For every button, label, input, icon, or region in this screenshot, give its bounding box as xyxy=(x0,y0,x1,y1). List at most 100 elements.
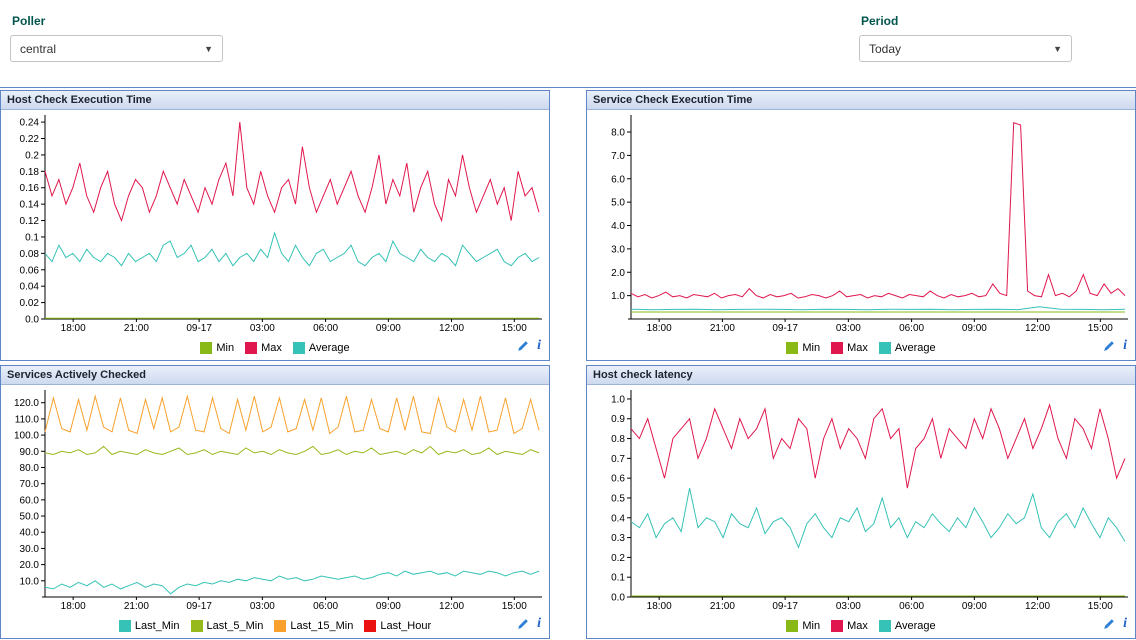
chevron-down-icon: ▼ xyxy=(1053,44,1062,54)
y-tick-label: 0.08 xyxy=(20,249,40,260)
legend-swatch xyxy=(831,342,843,354)
line-chart: 0.00.020.040.060.080.10.120.140.160.180.… xyxy=(1,110,549,335)
x-tick-label: 09:00 xyxy=(376,601,401,612)
period-select-value: Today xyxy=(869,42,901,56)
x-tick-label: 18:00 xyxy=(647,601,672,612)
edit-pencil-icon[interactable] xyxy=(1102,339,1116,353)
legend-label: Last_15_Min xyxy=(290,620,353,632)
x-tick-label: 21:00 xyxy=(710,323,735,334)
poller-select[interactable]: central ▼ xyxy=(10,35,223,62)
legend-item: Last_Hour xyxy=(364,620,431,632)
y-tick-label: 80.0 xyxy=(20,463,40,474)
legend-label: Max xyxy=(847,620,868,632)
edit-pencil-icon[interactable] xyxy=(516,339,530,353)
chart-footer: Min Max Average i xyxy=(587,613,1135,638)
y-tick-label: 0.18 xyxy=(20,167,40,178)
y-tick-label: 60.0 xyxy=(20,495,40,506)
y-tick-label: 0.14 xyxy=(20,200,40,211)
legend-label: Average xyxy=(309,342,350,354)
edit-pencil-icon[interactable] xyxy=(1102,617,1116,631)
x-tick-label: 09-17 xyxy=(186,323,212,334)
series-line-Average xyxy=(631,307,1125,310)
y-tick-label: 110.0 xyxy=(15,414,40,425)
y-tick-label: 0.7 xyxy=(611,454,625,465)
legend-swatch xyxy=(786,620,798,632)
y-tick-label: 100.0 xyxy=(14,431,39,442)
x-tick-label: 18:00 xyxy=(647,323,672,334)
series-line-Max xyxy=(631,123,1125,298)
y-tick-label: 1.0 xyxy=(611,394,625,405)
chart-legend: MinMaxAverage xyxy=(786,342,935,354)
x-tick-label: 03:00 xyxy=(836,323,861,334)
legend-swatch xyxy=(879,620,891,632)
x-tick-label: 09-17 xyxy=(772,323,798,334)
chart-actions: i xyxy=(516,339,541,353)
chart-actions: i xyxy=(1102,339,1127,353)
y-tick-label: 0.3 xyxy=(611,533,625,544)
legend-item: Min xyxy=(786,342,820,354)
chart-footer: Min Max Average i xyxy=(1,335,549,360)
legend-label: Min xyxy=(216,342,234,354)
x-tick-label: 06:00 xyxy=(313,601,338,612)
poller-select-value: central xyxy=(20,42,56,56)
x-tick-label: 18:00 xyxy=(61,323,86,334)
info-icon[interactable]: i xyxy=(537,339,541,353)
info-icon[interactable]: i xyxy=(1123,617,1127,631)
line-chart: 1.02.03.04.05.06.07.08.018:0021:0009-170… xyxy=(587,110,1135,335)
chart-footer: Last_Min Last_5_Min Last_15_Min Last_Hour i xyxy=(1,613,549,638)
x-tick-label: 06:00 xyxy=(899,601,924,612)
chevron-down-icon: ▼ xyxy=(204,44,213,54)
x-tick-label: 15:00 xyxy=(502,323,527,334)
y-tick-label: 1.0 xyxy=(611,291,625,302)
series-line-Average xyxy=(45,233,539,266)
x-tick-label: 12:00 xyxy=(1025,601,1050,612)
legend-label: Last_Min xyxy=(135,620,180,632)
y-tick-label: 3.0 xyxy=(611,244,625,255)
series-line-Max xyxy=(45,122,539,221)
chart-legend: Last_Min Last_5_Min Last_15_Min Last_Hour xyxy=(119,620,431,632)
line-chart: 10.020.030.040.050.060.070.080.090.0100.… xyxy=(1,385,549,613)
legend-swatch xyxy=(364,620,376,632)
legend-item: Average xyxy=(293,342,350,354)
y-tick-label: 0.1 xyxy=(611,573,625,584)
charts-grid: Host Check Execution Time 0.00.020.040.0… xyxy=(0,90,1136,639)
y-tick-label: 0.5 xyxy=(611,493,625,504)
edit-pencil-icon[interactable] xyxy=(516,617,530,631)
info-icon[interactable]: i xyxy=(537,617,541,631)
legend-label: Min xyxy=(802,620,820,632)
y-tick-label: 0.16 xyxy=(20,183,40,194)
legend-item: Max xyxy=(245,342,282,354)
y-tick-label: 0.12 xyxy=(20,216,40,227)
x-tick-label: 06:00 xyxy=(313,323,338,334)
series-line-Average xyxy=(631,488,1125,547)
x-tick-label: 21:00 xyxy=(124,601,149,612)
y-tick-label: 50.0 xyxy=(20,512,40,523)
legend-label: Last_5_Min xyxy=(207,620,264,632)
chart-actions: i xyxy=(1102,617,1127,631)
poller-filter: Poller central ▼ xyxy=(10,12,223,62)
legend-item: Average xyxy=(879,620,936,632)
period-filter: Period Today ▼ xyxy=(859,12,1072,62)
legend-item: Last_5_Min xyxy=(191,620,264,632)
legend-swatch xyxy=(245,342,257,354)
y-tick-label: 0.1 xyxy=(25,232,39,243)
period-label: Period xyxy=(861,14,1072,28)
chart-footer: MinMaxAverage i xyxy=(587,335,1135,360)
x-tick-label: 09:00 xyxy=(962,601,987,612)
x-tick-label: 09:00 xyxy=(962,323,987,334)
legend-item: Min xyxy=(200,342,234,354)
x-tick-label: 09-17 xyxy=(186,601,212,612)
info-icon[interactable]: i xyxy=(1123,339,1127,353)
y-tick-label: 0.2 xyxy=(25,150,39,161)
series-line-Max xyxy=(631,405,1125,488)
legend-label: Min xyxy=(802,342,820,354)
legend-item: Last_Min xyxy=(119,620,180,632)
y-tick-label: 2.0 xyxy=(611,268,625,279)
chart-title: Host check latency xyxy=(587,366,1135,385)
chart-title: Host Check Execution Time xyxy=(1,91,549,110)
series-line-Last_15_Min xyxy=(45,396,539,433)
y-tick-label: 0.22 xyxy=(20,134,40,145)
x-tick-label: 21:00 xyxy=(124,323,149,334)
period-select[interactable]: Today ▼ xyxy=(859,35,1072,62)
legend-item: Min xyxy=(786,620,820,632)
